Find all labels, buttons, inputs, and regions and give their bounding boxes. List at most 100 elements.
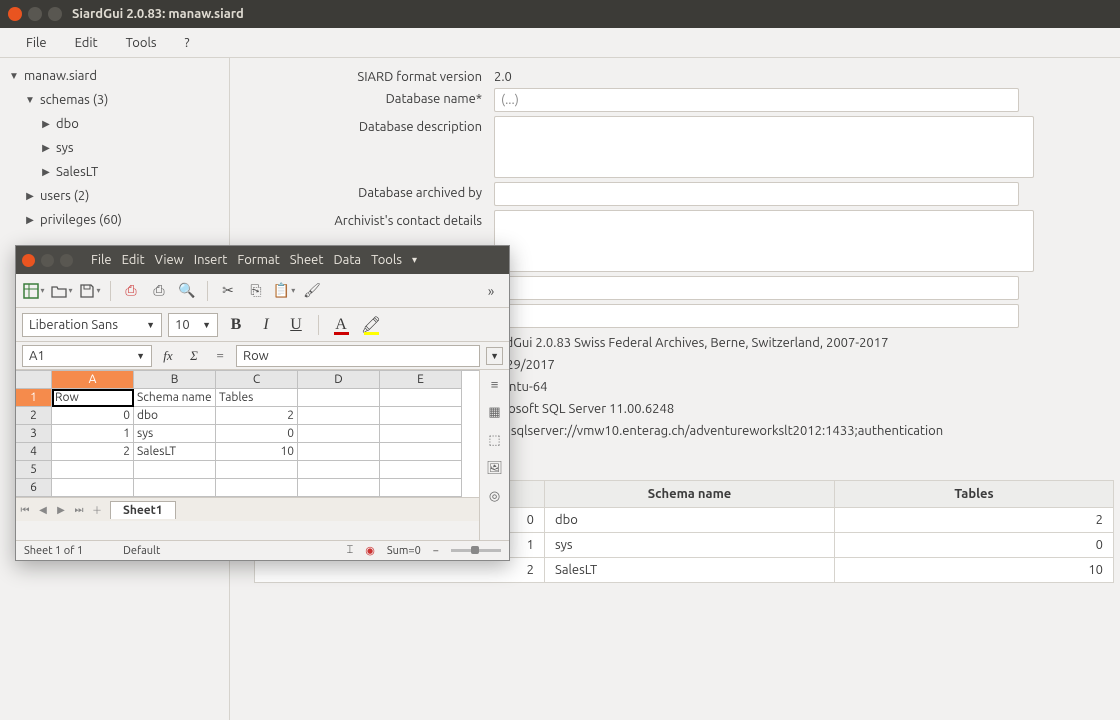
cell-d4[interactable] xyxy=(298,443,380,461)
trunc-input-1[interactable]: .) xyxy=(494,276,1019,300)
row-header-6[interactable]: 6 xyxy=(16,479,52,497)
copy-icon[interactable]: ⎘ xyxy=(244,279,268,303)
sidebar-styles-icon[interactable]: ▦ xyxy=(485,402,505,422)
toolbar-more-icon[interactable]: » xyxy=(479,279,503,303)
cell-e4[interactable] xyxy=(380,443,462,461)
font-color-icon[interactable]: A xyxy=(329,313,353,337)
zoom-out-icon[interactable]: − xyxy=(433,545,439,557)
cell-e6[interactable] xyxy=(380,479,462,497)
print-icon[interactable]: ⎙ xyxy=(147,279,171,303)
sidebar-functions-icon[interactable]: ◎ xyxy=(485,486,505,506)
chevron-down-icon[interactable]: ▼ xyxy=(486,347,503,365)
tab-first-icon[interactable]: ⏮ xyxy=(16,501,34,519)
cell-a3[interactable]: 1 xyxy=(52,425,134,443)
calc-close-button[interactable] xyxy=(22,254,35,267)
cell-b1[interactable]: Schema name xyxy=(134,389,216,407)
calc-menu-format[interactable]: Format xyxy=(237,253,279,267)
cell-e2[interactable] xyxy=(380,407,462,425)
save-icon[interactable] xyxy=(78,279,102,303)
col-header-c[interactable]: C xyxy=(216,371,298,389)
open-icon[interactable] xyxy=(50,279,74,303)
status-insert-mode-icon[interactable]: ⌶ xyxy=(347,544,354,557)
cell-b6[interactable] xyxy=(134,479,216,497)
cell-e5[interactable] xyxy=(380,461,462,479)
db-desc-input[interactable] xyxy=(494,116,1034,178)
tree-root[interactable]: ▼manaw.siard xyxy=(0,64,229,88)
preview-icon[interactable]: 🔍 xyxy=(175,279,199,303)
cell-a4[interactable]: 2 xyxy=(52,443,134,461)
bold-button[interactable]: B xyxy=(224,313,248,337)
cell-a1[interactable]: Row xyxy=(52,389,134,407)
highlight-color-icon[interactable]: 🖍 xyxy=(359,313,383,337)
zoom-slider[interactable] xyxy=(451,549,501,552)
sheet-tab-1[interactable]: Sheet1 xyxy=(110,501,176,519)
add-sheet-icon[interactable]: ＋ xyxy=(88,501,106,519)
tab-last-icon[interactable]: ⏭ xyxy=(70,501,88,519)
row-header-4[interactable]: 4 xyxy=(16,443,52,461)
window-close-button[interactable] xyxy=(8,7,22,21)
formula-input[interactable]: Row xyxy=(236,345,480,367)
tab-prev-icon[interactable]: ◀ xyxy=(34,501,52,519)
calc-menu-data[interactable]: Data xyxy=(333,253,361,267)
tree-schema-saleslt[interactable]: ▶SalesLT xyxy=(0,160,229,184)
tree-users[interactable]: ▶users (2) xyxy=(0,184,229,208)
spreadsheet-grid[interactable]: A B C D E 1 Row Schema name Tables 2 0 d… xyxy=(16,370,479,497)
calc-minimize-button[interactable] xyxy=(41,254,54,267)
italic-button[interactable]: I xyxy=(254,313,278,337)
sidebar-gallery-icon[interactable]: ⬚ xyxy=(485,430,505,450)
cell-d3[interactable] xyxy=(298,425,380,443)
tree-schema-dbo[interactable]: ▶dbo xyxy=(0,112,229,136)
cell-c6[interactable] xyxy=(216,479,298,497)
cell-e3[interactable] xyxy=(380,425,462,443)
cell-reference-box[interactable]: A1▼ xyxy=(22,345,152,367)
col-header-e[interactable]: E xyxy=(380,371,462,389)
sum-icon[interactable]: Σ xyxy=(184,346,204,366)
col-header-b[interactable]: B xyxy=(134,371,216,389)
menu-file[interactable]: File xyxy=(12,36,61,50)
row-header-2[interactable]: 2 xyxy=(16,407,52,425)
col-schema[interactable]: Schema name xyxy=(545,481,835,508)
underline-button[interactable]: U xyxy=(284,313,308,337)
tab-next-icon[interactable]: ▶ xyxy=(52,501,70,519)
cell-d1[interactable] xyxy=(298,389,380,407)
sidebar-properties-icon[interactable]: ≡ xyxy=(485,374,505,394)
row-header-5[interactable]: 5 xyxy=(16,461,52,479)
cell-b2[interactable]: dbo xyxy=(134,407,216,425)
cell-d5[interactable] xyxy=(298,461,380,479)
cell-d2[interactable] xyxy=(298,407,380,425)
menu-tools[interactable]: Tools xyxy=(112,36,171,50)
tree-schema-sys[interactable]: ▶sys xyxy=(0,136,229,160)
sidebar-navigator-icon[interactable]: 🖼 xyxy=(485,458,505,478)
col-header-d[interactable]: D xyxy=(298,371,380,389)
window-minimize-button[interactable] xyxy=(28,7,42,21)
tree-privileges[interactable]: ▶privileges (60) xyxy=(0,208,229,232)
trunc-input-2[interactable]: .) xyxy=(494,304,1019,328)
cell-c5[interactable] xyxy=(216,461,298,479)
fx-icon[interactable]: fx xyxy=(158,346,178,366)
paste-icon[interactable]: 📋 xyxy=(272,279,296,303)
menu-help[interactable]: ? xyxy=(171,36,204,50)
menu-edit[interactable]: Edit xyxy=(61,36,112,50)
cell-d6[interactable] xyxy=(298,479,380,497)
font-size-select[interactable]: 10▼ xyxy=(168,313,218,337)
status-save-icon[interactable]: ◉ xyxy=(365,544,375,557)
col-tables[interactable]: Tables xyxy=(835,481,1114,508)
db-name-input[interactable]: (...) xyxy=(494,88,1019,112)
window-maximize-button[interactable] xyxy=(48,7,62,21)
cut-icon[interactable]: ✂ xyxy=(216,279,240,303)
cell-c1[interactable]: Tables xyxy=(216,389,298,407)
pdf-export-icon[interactable]: ⎙ xyxy=(119,279,143,303)
row-header-1[interactable]: 1 xyxy=(16,389,52,407)
new-icon[interactable] xyxy=(22,279,46,303)
cell-b4[interactable]: SalesLT xyxy=(134,443,216,461)
cell-c2[interactable]: 2 xyxy=(216,407,298,425)
cell-a2[interactable]: 0 xyxy=(52,407,134,425)
equals-icon[interactable]: = xyxy=(210,346,230,366)
calc-menu-file[interactable]: File xyxy=(91,253,112,267)
contact-input[interactable] xyxy=(494,210,1034,272)
cell-c3[interactable]: 0 xyxy=(216,425,298,443)
calc-menu-insert[interactable]: Insert xyxy=(194,253,228,267)
format-paint-icon[interactable]: 🖌 xyxy=(300,279,324,303)
cell-b3[interactable]: sys xyxy=(134,425,216,443)
col-header-a[interactable]: A xyxy=(52,371,134,389)
